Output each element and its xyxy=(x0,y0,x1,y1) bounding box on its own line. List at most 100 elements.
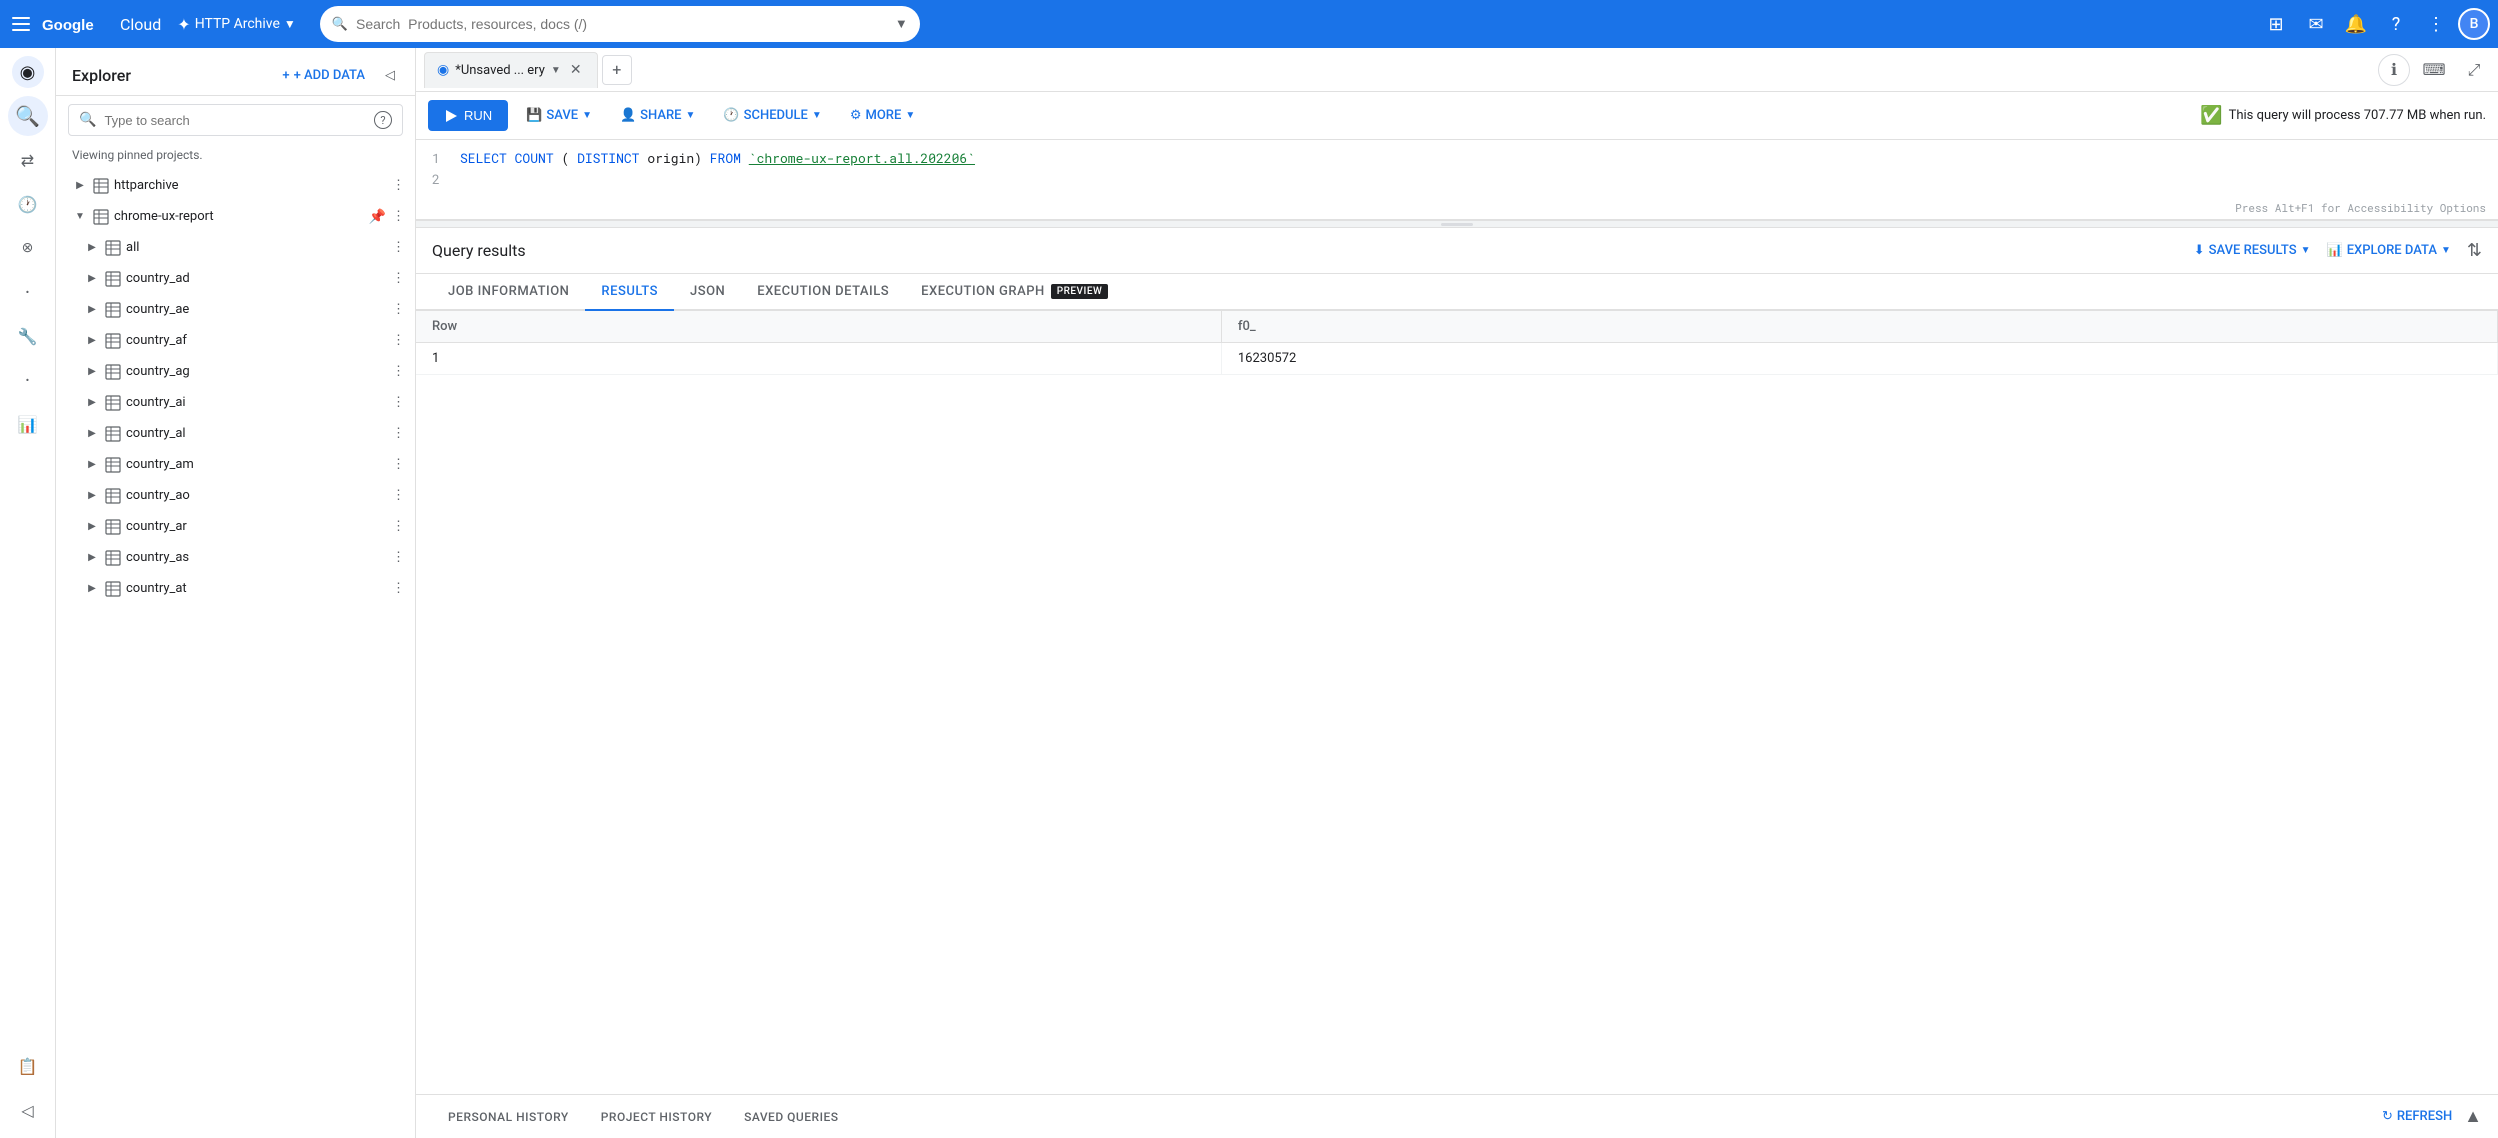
info-icon[interactable]: ℹ xyxy=(2378,54,2410,86)
search-input[interactable] xyxy=(356,16,887,32)
sql-line-1: 1 SELECT COUNT ( DISTINCT origin) FROM `… xyxy=(432,148,2482,169)
explore-data-button[interactable]: 📊 EXPLORE DATA ▼ xyxy=(2327,243,2451,258)
tab-saved-queries[interactable]: SAVED QUERIES xyxy=(728,1100,854,1134)
tree-more[interactable]: ⋮ xyxy=(390,331,407,350)
table-icon-all xyxy=(104,239,122,257)
project-history-label: PROJECT HISTORY xyxy=(601,1110,712,1124)
query-tab-chevron[interactable]: ▼ xyxy=(551,65,561,76)
schedule-button[interactable]: 🕐 SCHEDULE ▼ xyxy=(713,102,831,129)
email-icon[interactable]: ✉ xyxy=(2298,6,2334,42)
run-button[interactable]: RUN xyxy=(428,100,508,131)
tree-more[interactable]: ⋮ xyxy=(390,362,407,381)
main-layout: ◉ 🔍 ⇄ 🕐 ⊗ · 🔧 · 📊 📋 ◁ Explorer + + ADD D… xyxy=(0,48,2498,1138)
project-selector[interactable]: ✦ HTTP Archive ▼ xyxy=(169,11,304,38)
tab-execution-graph[interactable]: EXECUTION GRAPH PREVIEW xyxy=(905,274,1124,311)
tree-item-country_at[interactable]: ▶ country_at ⋮ xyxy=(56,573,415,604)
tree-item-country_af[interactable]: ▶ country_af ⋮ xyxy=(56,325,415,356)
tree-more[interactable]: ⋮ xyxy=(390,517,407,536)
table-icon-chrome-ux xyxy=(92,208,110,226)
sidebar-item-wrench[interactable]: 🔧 xyxy=(8,316,48,356)
tree-more-chrome-ux[interactable]: ⋮ xyxy=(390,207,407,226)
json-tab-label: JSON xyxy=(690,284,725,299)
tree-label: country_ai xyxy=(126,395,386,410)
refresh-button[interactable]: ↻ REFRESH xyxy=(2382,1109,2452,1124)
save-results-button[interactable]: ⬇ SAVE RESULTS ▼ xyxy=(2194,243,2311,258)
tree-item-country_ag[interactable]: ▶ country_ag ⋮ xyxy=(56,356,415,387)
tree-item-country_am[interactable]: ▶ country_am ⋮ xyxy=(56,449,415,480)
tree-item-chrome-ux-report[interactable]: ▼ chrome-ux-report 📌 ⋮ xyxy=(56,201,415,232)
tree-more-httparchive[interactable]: ⋮ xyxy=(390,176,407,195)
tree-more[interactable]: ⋮ xyxy=(390,424,407,443)
saved-queries-label: SAVED QUERIES xyxy=(744,1110,838,1124)
more-options-icon[interactable]: ⋮ xyxy=(2418,6,2454,42)
expand-results-button[interactable]: ⇅ xyxy=(2467,240,2482,261)
explorer-search-input[interactable] xyxy=(104,113,366,128)
google-cloud-logo[interactable]: Google Cloud xyxy=(42,12,161,36)
tree-item-country_ad[interactable]: ▶ country_ad ⋮ xyxy=(56,263,415,294)
keyboard-icon[interactable]: ⌨ xyxy=(2418,54,2450,86)
tree-more[interactable]: ⋮ xyxy=(390,393,407,412)
tree-label: country_ad xyxy=(126,271,386,286)
execution-graph-label: EXECUTION GRAPH xyxy=(921,284,1045,299)
resize-handle[interactable] xyxy=(416,220,2498,228)
query-tabs-bar: ◉ *Unsaved ... ery ▼ ✕ + ℹ ⌨ ⤢ xyxy=(416,48,2498,92)
tree-item-country_ao[interactable]: ▶ country_ao ⋮ xyxy=(56,480,415,511)
collapse-bottom-button[interactable]: ▲ xyxy=(2464,1106,2482,1127)
sidebar-item-analytics[interactable]: 📊 xyxy=(8,404,48,444)
tree-item-country_as[interactable]: ▶ country_as ⋮ xyxy=(56,542,415,573)
tree-item-country_al[interactable]: ▶ country_al ⋮ xyxy=(56,418,415,449)
tree-item-country_ae[interactable]: ▶ country_ae ⋮ xyxy=(56,294,415,325)
tree-item-country_ai[interactable]: ▶ country_ai ⋮ xyxy=(56,387,415,418)
tree-more-all[interactable]: ⋮ xyxy=(390,238,407,257)
search-bar[interactable]: 🔍 ▼ xyxy=(320,6,920,42)
fullscreen-icon[interactable]: ⤢ xyxy=(2458,54,2490,86)
sidebar-collapse[interactable]: ◁ xyxy=(8,1090,48,1130)
results-table: Row f0_ 1 16230572 xyxy=(416,311,2498,375)
bigquery-icon[interactable]: ◉ xyxy=(20,62,36,83)
tree-more[interactable]: ⋮ xyxy=(390,548,407,567)
tab-personal-history[interactable]: PERSONAL HISTORY xyxy=(432,1100,585,1134)
new-tab-button[interactable]: + xyxy=(602,55,632,85)
hamburger-menu[interactable] xyxy=(8,13,34,35)
tree-label-httparchive: httparchive xyxy=(114,178,386,193)
search-chevron-icon[interactable]: ▼ xyxy=(895,16,908,32)
add-data-button[interactable]: + + ADD DATA xyxy=(274,64,373,87)
help-icon[interactable]: ? xyxy=(2378,6,2414,42)
tab-json[interactable]: JSON xyxy=(674,274,741,311)
project-name: HTTP Archive xyxy=(195,16,280,32)
sidebar-item-transfers[interactable]: ⇄ xyxy=(8,140,48,180)
notifications-icon[interactable]: 🔔 xyxy=(2338,6,2374,42)
apps-icon[interactable]: ⊞ xyxy=(2258,6,2294,42)
query-tab-unsaved[interactable]: ◉ *Unsaved ... ery ▼ ✕ xyxy=(424,52,598,88)
tree-item-country_ar[interactable]: ▶ country_ar ⋮ xyxy=(56,511,415,542)
collapse-panel-button[interactable]: ◁ xyxy=(381,64,399,87)
sidebar-item-clipboard[interactable]: 📋 xyxy=(8,1046,48,1086)
save-button[interactable]: 💾 SAVE ▼ xyxy=(516,102,602,129)
tree-item-httparchive[interactable]: ▶ httparchive ⋮ xyxy=(56,170,415,201)
tree-more[interactable]: ⋮ xyxy=(390,300,407,319)
tab-results[interactable]: RESULTS xyxy=(585,274,674,311)
tree-label: country_af xyxy=(126,333,386,348)
sidebar-item-history[interactable]: 🕐 xyxy=(8,184,48,224)
tab-execution-details[interactable]: EXECUTION DETAILS xyxy=(741,274,905,311)
sidebar-item-search[interactable]: 🔍 xyxy=(8,96,48,136)
tree-more[interactable]: ⋮ xyxy=(390,455,407,474)
tree-item-all[interactable]: ▶ all ⋮ xyxy=(56,232,415,263)
tree-more[interactable]: ⋮ xyxy=(390,579,407,598)
explorer-title: Explorer xyxy=(72,66,131,85)
tree-more[interactable]: ⋮ xyxy=(390,486,407,505)
tab-project-history[interactable]: PROJECT HISTORY xyxy=(585,1100,728,1134)
user-avatar[interactable]: B xyxy=(2458,8,2490,40)
sql-line-2: 2 xyxy=(432,169,2482,190)
search-help-icon[interactable]: ? xyxy=(374,111,392,129)
query-tab-label: *Unsaved ... ery xyxy=(455,63,545,78)
sql-editor[interactable]: 1 SELECT COUNT ( DISTINCT origin) FROM `… xyxy=(416,140,2498,220)
tab-job-information[interactable]: JOB INFORMATION xyxy=(432,274,585,311)
notice-text: This query will process 707.77 MB when r… xyxy=(2229,108,2486,123)
sidebar-icons: ◉ 🔍 ⇄ 🕐 ⊗ · 🔧 · 📊 📋 ◁ xyxy=(0,48,56,1138)
tree-more[interactable]: ⋮ xyxy=(390,269,407,288)
share-button[interactable]: 👤 SHARE ▼ xyxy=(610,102,705,129)
more-button[interactable]: ⚙ MORE ▼ xyxy=(840,102,925,129)
query-tab-close-button[interactable]: ✕ xyxy=(567,61,585,79)
sidebar-item-scheduled[interactable]: ⊗ xyxy=(8,228,48,268)
